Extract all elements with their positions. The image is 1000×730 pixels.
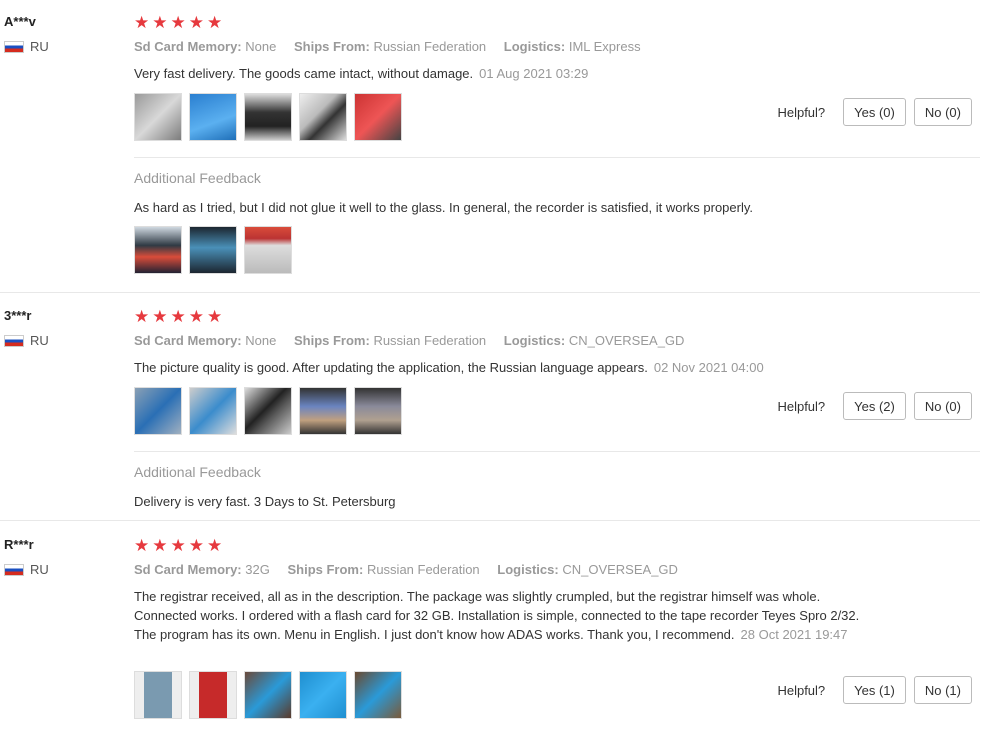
reviewer-name: 3***r	[4, 308, 32, 323]
helpful-yes-button[interactable]: Yes (1)	[843, 676, 906, 704]
reviewer-name: A***v	[4, 14, 36, 29]
logistics-label: Logistics:	[497, 562, 559, 577]
review-photo[interactable]	[189, 387, 237, 435]
country-code: RU	[30, 39, 49, 54]
review-separator	[0, 520, 980, 521]
star-rating: ★★★★★	[134, 13, 226, 32]
helpful-label: Helpful?	[777, 398, 826, 414]
additional-feedback-title: Additional Feedback	[134, 170, 261, 186]
review-text: Very fast delivery. The goods came intac…	[134, 64, 588, 83]
additional-photos	[134, 226, 292, 274]
reviewer-name: R***r	[4, 537, 34, 552]
helpful-no-button[interactable]: No (0)	[913, 98, 972, 126]
helpful-label: Helpful?	[777, 682, 826, 698]
review-meta: Sd Card Memory: 32G Ships From: Russian …	[134, 562, 678, 577]
ships-from-label: Ships From:	[293, 39, 370, 54]
country-code: RU	[30, 562, 49, 577]
sd-card-label: Sd Card Memory:	[134, 333, 242, 348]
country-code: RU	[30, 333, 49, 348]
divider	[134, 451, 980, 452]
review-photo[interactable]	[299, 93, 347, 141]
ships-from-value: Russian Federation	[373, 39, 487, 54]
review-meta: Sd Card Memory: None Ships From: Russian…	[134, 333, 684, 348]
helpful-label: Helpful?	[777, 104, 826, 120]
ships-from-label: Ships From:	[287, 562, 364, 577]
russia-flag-icon	[4, 40, 24, 53]
helpful-vote: Helpful? Yes (1) No (1)	[777, 676, 972, 704]
review-photos	[134, 93, 402, 141]
review-photos	[134, 387, 402, 435]
star-rating: ★★★★★	[134, 536, 226, 555]
review-photo[interactable]	[299, 387, 347, 435]
helpful-yes-button[interactable]: Yes (2)	[843, 392, 906, 420]
sd-card-value: None	[245, 39, 277, 54]
review-photo[interactable]	[244, 93, 292, 141]
additional-feedback-text: Delivery is very fast. 3 Days to St. Pet…	[134, 494, 396, 509]
review-photo[interactable]	[134, 93, 182, 141]
reviewer-info: 3***r RU	[4, 308, 49, 348]
review-photo[interactable]	[299, 671, 347, 719]
helpful-yes-button[interactable]: Yes (0)	[843, 98, 906, 126]
star-rating: ★★★★★	[134, 307, 226, 326]
review-photo[interactable]	[134, 387, 182, 435]
sd-card-label: Sd Card Memory:	[134, 562, 242, 577]
review-date: 01 Aug 2021 03:29	[479, 66, 589, 81]
reviewer-country: RU	[4, 562, 49, 577]
review-meta: Sd Card Memory: None Ships From: Russian…	[134, 39, 641, 54]
ships-from-value: Russian Federation	[373, 333, 487, 348]
ships-from-value: Russian Federation	[366, 562, 480, 577]
logistics-value: IML Express	[568, 39, 641, 54]
sd-card-value: 32G	[245, 562, 270, 577]
additional-feedback-text: As hard as I tried, but I did not glue i…	[134, 200, 754, 215]
review-separator	[0, 292, 980, 293]
review-photo[interactable]	[354, 387, 402, 435]
review-date: 02 Nov 2021 04:00	[653, 360, 764, 375]
reviewer-info: R***r RU	[4, 537, 49, 577]
review-photo[interactable]	[134, 226, 182, 274]
logistics-label: Logistics:	[503, 333, 566, 348]
reviewer-country: RU	[4, 333, 49, 348]
review-photo[interactable]	[189, 93, 237, 141]
review-photo[interactable]	[354, 671, 402, 719]
helpful-no-button[interactable]: No (0)	[913, 392, 972, 420]
russia-flag-icon	[4, 334, 24, 347]
logistics-value: CN_OVERSEA_GD	[562, 562, 678, 577]
review-photo[interactable]	[134, 671, 182, 719]
review-date: 28 Oct 2021 19:47	[740, 627, 848, 642]
russia-flag-icon	[4, 563, 24, 576]
helpful-vote: Helpful? Yes (2) No (0)	[777, 392, 972, 420]
reviewer-info: A***v RU	[4, 14, 49, 54]
review-text: The picture quality is good. After updat…	[134, 358, 764, 377]
review-photo[interactable]	[244, 226, 292, 274]
review-text: The registrar received, all as in the de…	[134, 587, 879, 644]
sd-card-value: None	[245, 333, 277, 348]
review-photos	[134, 671, 402, 719]
additional-feedback-title: Additional Feedback	[134, 464, 261, 480]
review-photo[interactable]	[354, 93, 402, 141]
helpful-no-button[interactable]: No (1)	[913, 676, 972, 704]
review-body: The picture quality is good. After updat…	[134, 360, 648, 375]
divider	[134, 157, 980, 158]
review-photo[interactable]	[189, 671, 237, 719]
helpful-vote: Helpful? Yes (0) No (0)	[777, 98, 972, 126]
review-body: Very fast delivery. The goods came intac…	[134, 66, 474, 81]
logistics-label: Logistics:	[503, 39, 566, 54]
logistics-value: CN_OVERSEA_GD	[568, 333, 685, 348]
sd-card-label: Sd Card Memory:	[134, 39, 242, 54]
review-photo[interactable]	[244, 387, 292, 435]
reviewer-country: RU	[4, 39, 49, 54]
ships-from-label: Ships From:	[293, 333, 370, 348]
review-photo[interactable]	[244, 671, 292, 719]
review-photo[interactable]	[189, 226, 237, 274]
